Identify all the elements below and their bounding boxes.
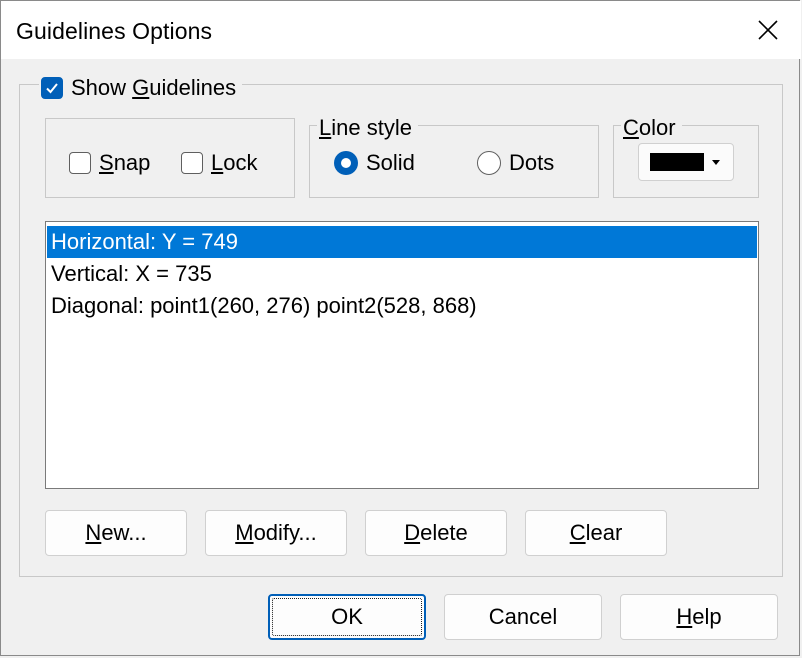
guidelines-list[interactable]: Horizontal: Y = 749 Vertical: X = 735 Di… bbox=[45, 221, 759, 489]
dots-label: Dots bbox=[509, 150, 555, 175]
solid-label: Solid bbox=[366, 150, 415, 175]
snap-checkbox-box[interactable] bbox=[69, 152, 91, 174]
chevron-down-icon bbox=[712, 159, 720, 165]
show-guidelines-checkbox[interactable]: Show Guidelines bbox=[39, 75, 243, 101]
show-guidelines-checkmark[interactable] bbox=[41, 77, 63, 99]
color-title: Color bbox=[623, 115, 676, 140]
color-legend: Color bbox=[621, 115, 682, 141]
list-item[interactable]: Vertical: X = 735 bbox=[47, 258, 757, 290]
dots-radio[interactable]: Dots bbox=[477, 150, 554, 176]
help-button[interactable]: Help bbox=[620, 594, 778, 640]
color-swatch bbox=[650, 153, 704, 171]
cancel-button[interactable]: Cancel bbox=[444, 594, 602, 640]
close-icon bbox=[758, 20, 778, 40]
new-button[interactable]: New... bbox=[45, 510, 187, 556]
solid-radio-button[interactable] bbox=[334, 151, 358, 175]
lock-checkbox[interactable]: Lock bbox=[181, 150, 258, 176]
ok-button[interactable]: OK bbox=[268, 594, 426, 640]
lock-checkbox-box[interactable] bbox=[181, 152, 203, 174]
modify-button[interactable]: Modify... bbox=[205, 510, 347, 556]
line-style-title: Line style bbox=[319, 115, 412, 140]
window-title: Guidelines Options bbox=[16, 18, 213, 44]
list-item[interactable]: Diagonal: point1(260, 276) point2(528, 8… bbox=[47, 290, 757, 322]
guidelines-options-dialog: Guidelines Options Show Guidelines Snap … bbox=[0, 0, 801, 656]
snap-checkbox[interactable]: Snap bbox=[69, 150, 150, 176]
clear-button[interactable]: Clear bbox=[525, 510, 667, 556]
show-guidelines-label: Show Guidelines bbox=[71, 75, 237, 100]
cancel-label: Cancel bbox=[488, 604, 558, 629]
title-bar[interactable]: Guidelines Options bbox=[1, 1, 801, 59]
close-button[interactable] bbox=[735, 1, 801, 59]
ok-label: OK bbox=[331, 604, 363, 629]
line-style-legend: Line style bbox=[317, 115, 418, 141]
delete-button[interactable]: Delete bbox=[365, 510, 507, 556]
check-icon bbox=[46, 83, 58, 94]
solid-radio[interactable]: Solid bbox=[334, 150, 415, 176]
dots-radio-button[interactable] bbox=[477, 151, 501, 175]
color-dropdown[interactable] bbox=[638, 143, 734, 181]
lock-label: Lock bbox=[211, 150, 258, 175]
list-item[interactable]: Horizontal: Y = 749 bbox=[47, 226, 757, 258]
snap-label: Snap bbox=[99, 150, 151, 175]
